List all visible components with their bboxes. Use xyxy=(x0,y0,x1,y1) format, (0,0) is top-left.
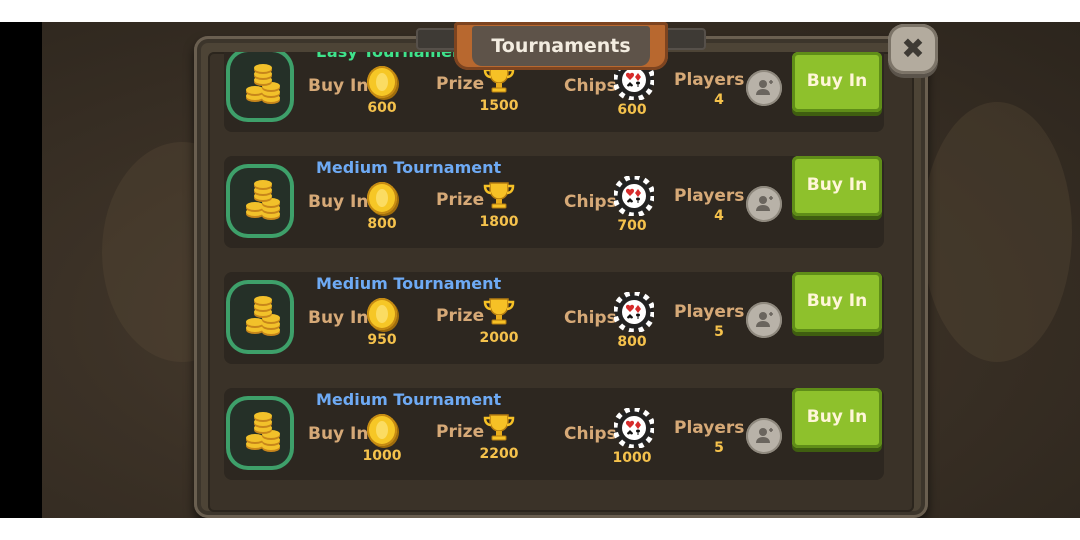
gold-coin-icon xyxy=(367,298,397,330)
buy-in-button[interactable]: Buy In xyxy=(792,388,882,448)
tournament-name: Easy Tournament xyxy=(316,52,471,61)
buy-in-button[interactable]: Buy In xyxy=(792,272,882,332)
trophy-icon xyxy=(483,412,515,442)
buy-in-value: 600 xyxy=(367,100,397,116)
chips-value: 600 xyxy=(617,102,647,118)
tournament-name: Medium Tournament xyxy=(316,158,502,177)
gold-coin-icon xyxy=(367,66,397,98)
poker-chip-icon xyxy=(612,290,656,334)
prize-label: Prize xyxy=(436,422,485,442)
chips-label: Chips xyxy=(564,76,617,96)
buy-in-value: 950 xyxy=(367,332,397,348)
tournament-name: Medium Tournament xyxy=(316,274,502,293)
buy-in-value: 800 xyxy=(367,216,397,232)
trophy-icon xyxy=(483,180,515,210)
coin-stack-icon xyxy=(226,280,294,354)
coin-stack-icon xyxy=(226,52,294,122)
prize-label: Prize xyxy=(436,190,485,210)
tournament-row: Medium Tournament Buy In 1000 Prize 2200… xyxy=(224,388,884,480)
gold-coin-icon xyxy=(367,182,397,214)
tournament-name: Medium Tournament xyxy=(316,390,502,409)
prize-value: 2000 xyxy=(479,330,519,346)
add-player-icon[interactable] xyxy=(746,418,782,454)
poker-chip-icon xyxy=(612,406,656,450)
tournament-list[interactable]: Easy Tournament Buy In 600 Prize 1500 Ch… xyxy=(208,52,914,512)
add-player-icon[interactable] xyxy=(746,70,782,106)
players-label: Players xyxy=(674,70,745,90)
prize-label: Prize xyxy=(436,74,485,94)
poker-chip-icon xyxy=(612,174,656,218)
buy-in-label: Buy In xyxy=(308,308,369,328)
panel-title: Tournaments xyxy=(472,26,650,66)
buy-in-button[interactable]: Buy In xyxy=(792,52,882,112)
prize-value: 1500 xyxy=(479,98,519,114)
players-label: Players xyxy=(674,302,745,322)
players-label: Players xyxy=(674,418,745,438)
buy-in-label: Buy In xyxy=(308,424,369,444)
chips-value: 800 xyxy=(617,334,647,350)
players-value: 4 xyxy=(714,208,724,224)
chips-label: Chips xyxy=(564,308,617,328)
chips-value: 700 xyxy=(617,218,647,234)
players-value: 4 xyxy=(714,92,724,108)
prize-value: 1800 xyxy=(479,214,519,230)
gold-coin-icon xyxy=(367,414,397,446)
players-value: 5 xyxy=(714,440,724,456)
buy-in-label: Buy In xyxy=(308,192,369,212)
add-player-icon[interactable] xyxy=(746,186,782,222)
tournament-row: Medium Tournament Buy In 800 Prize 1800 … xyxy=(224,156,884,248)
tournaments-panel: Easy Tournament Buy In 600 Prize 1500 Ch… xyxy=(194,36,928,518)
close-icon: ✖ xyxy=(901,32,925,65)
coin-stack-icon xyxy=(226,396,294,470)
buy-in-button[interactable]: Buy In xyxy=(792,156,882,216)
tournament-row: Medium Tournament Buy In 950 Prize 2000 … xyxy=(224,272,884,364)
add-player-icon[interactable] xyxy=(746,302,782,338)
coin-stack-icon xyxy=(226,164,294,238)
chips-label: Chips xyxy=(564,192,617,212)
buy-in-value: 1000 xyxy=(362,448,402,464)
title-plate: Tournaments xyxy=(416,22,706,70)
players-value: 5 xyxy=(714,324,724,340)
close-button[interactable]: ✖ xyxy=(888,24,938,74)
buy-in-label: Buy In xyxy=(308,76,369,96)
chips-label: Chips xyxy=(564,424,617,444)
game-screen: Easy Tournament Buy In 600 Prize 1500 Ch… xyxy=(0,22,1080,518)
prize-label: Prize xyxy=(436,306,485,326)
players-label: Players xyxy=(674,186,745,206)
prize-value: 2200 xyxy=(479,446,519,462)
trophy-icon xyxy=(483,296,515,326)
chips-value: 1000 xyxy=(612,450,652,466)
